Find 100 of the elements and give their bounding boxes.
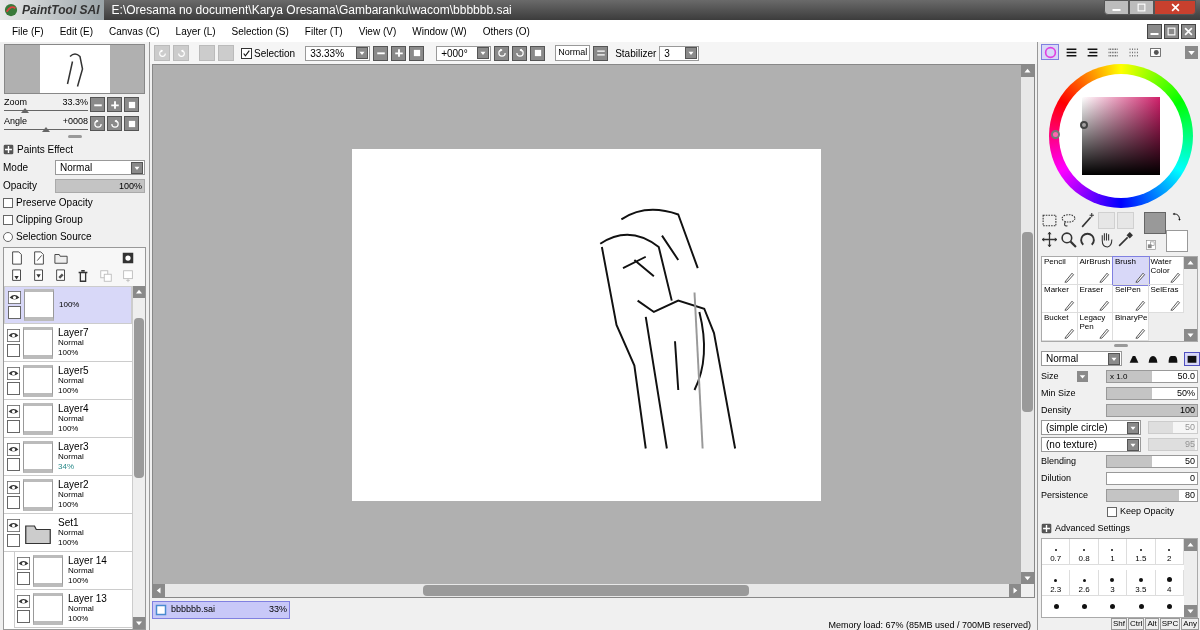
search-icon[interactable] <box>1060 231 1077 248</box>
brush-tool-button[interactable]: Pencil <box>1042 257 1078 285</box>
rotate-right-button[interactable] <box>107 116 122 131</box>
horizontal-scrollbar[interactable] <box>153 584 1021 597</box>
brush-size-preset[interactable]: 0.7 <box>1042 539 1071 565</box>
menu-item[interactable]: View (V) <box>350 23 405 39</box>
layer-row[interactable]: Layer7 Normal 100% <box>4 324 132 362</box>
lock-checkbox[interactable] <box>7 495 20 509</box>
checkbox[interactable] <box>3 197 13 208</box>
tool-scrollbar[interactable] <box>1184 257 1197 341</box>
expand-icon[interactable] <box>1041 522 1052 534</box>
menu-item[interactable]: Filter (T) <box>296 23 351 39</box>
value-slider[interactable]: 80 <box>1106 489 1198 502</box>
expand-icon[interactable] <box>3 144 14 155</box>
rotate-left-button[interactable] <box>494 45 510 61</box>
brush-size-preset[interactable]: 2.6 <box>1070 570 1099 597</box>
slider-thumb[interactable] <box>21 108 29 113</box>
slider-thumb[interactable] <box>42 127 50 132</box>
brush-tool-button[interactable]: Bucket <box>1042 313 1078 341</box>
layer-row[interactable]: Layer5 Normal 100% <box>4 362 132 400</box>
move-icon[interactable] <box>1041 231 1058 248</box>
stabilizer-dropdown[interactable]: 3 <box>659 45 700 61</box>
scrollbar-thumb[interactable] <box>423 585 749 596</box>
rotate-icon[interactable] <box>1079 231 1096 248</box>
folder-icon[interactable] <box>54 251 69 265</box>
scroll-down-icon[interactable] <box>1021 572 1034 584</box>
layer-row[interactable]: Layer2 Normal 100% <box>4 476 132 514</box>
selection-checkbox[interactable]: Selection <box>241 45 296 61</box>
zoom-reset-button[interactable] <box>409 45 425 61</box>
value-slider[interactable]: 50% <box>1106 387 1198 400</box>
scroll-down-icon[interactable] <box>133 617 145 629</box>
close-button[interactable] <box>1154 0 1196 15</box>
lock-checkbox[interactable] <box>17 609 30 623</box>
brush-size-preset[interactable]: 2 <box>1155 539 1184 565</box>
flip-button[interactable] <box>593 45 609 61</box>
value-slider[interactable]: 50 <box>1106 455 1198 468</box>
scroll-up-icon[interactable] <box>1184 257 1197 269</box>
lasso-icon[interactable] <box>1060 212 1077 229</box>
eye-icon[interactable] <box>7 404 20 418</box>
lock-checkbox[interactable] <box>7 381 20 395</box>
value-slider[interactable]: 100 <box>1106 404 1198 417</box>
blend-mode-dropdown[interactable]: Normal <box>55 160 145 175</box>
menu-item[interactable]: Layer (L) <box>167 23 224 39</box>
layer-row[interactable]: Layer 13 Normal 100% <box>14 590 132 628</box>
rotate-left-button[interactable] <box>90 116 105 131</box>
brush-tool-button[interactable]: Legacy Pen <box>1077 313 1113 341</box>
radio-button[interactable] <box>3 231 13 242</box>
menu-item[interactable]: Others (O) <box>474 23 538 39</box>
checkbox[interactable] <box>1107 506 1117 517</box>
document-restore-button[interactable] <box>1164 23 1179 39</box>
checkbox-option[interactable]: Keep Opacity <box>1107 505 1200 519</box>
eye-icon[interactable] <box>17 556 30 570</box>
menu-item[interactable]: Canvas (C) <box>101 23 168 39</box>
document-minimize-button[interactable] <box>1147 23 1162 39</box>
reset-colors-icon[interactable] <box>1146 240 1156 250</box>
lock-checkbox[interactable] <box>7 457 20 471</box>
scroll-right-icon[interactable] <box>1009 584 1021 597</box>
swap-colors-icon[interactable] <box>1172 212 1182 222</box>
brush-tool-button[interactable]: Marker <box>1042 285 1078 313</box>
brush-shape-button[interactable] <box>1184 351 1200 366</box>
menu-item[interactable]: Selection (S) <box>223 23 297 39</box>
brush-size-preset[interactable]: 4 <box>1155 570 1184 597</box>
brush-tool-button[interactable]: Brush <box>1113 257 1149 285</box>
menu-item[interactable]: Window (W) <box>404 23 475 39</box>
color-wheel-tab[interactable] <box>1041 44 1059 60</box>
background-color-swatch[interactable] <box>1166 230 1188 252</box>
brush-size-preset[interactable]: 2.3 <box>1042 570 1071 597</box>
rotate-reset-button[interactable] <box>530 45 546 61</box>
value-slider[interactable]: 0 <box>1106 472 1198 485</box>
document-close-button[interactable] <box>1181 23 1196 39</box>
zoom-reset-button[interactable] <box>124 97 139 112</box>
lock-checkbox[interactable] <box>7 343 20 357</box>
scroll-down-icon[interactable] <box>1184 605 1197 617</box>
brush-size-preset[interactable]: 3.5 <box>1127 570 1156 597</box>
blend-mode-button[interactable]: Normal <box>555 45 591 61</box>
brush-size-preset[interactable]: 0.8 <box>1070 539 1099 565</box>
magic-wand-icon[interactable] <box>1079 212 1096 229</box>
value-slider[interactable]: x 1.0 50.0 <box>1106 370 1198 383</box>
checkbox-option[interactable]: Preserve Opacity <box>3 195 146 210</box>
minimize-button[interactable] <box>1104 0 1129 15</box>
eye-icon[interactable] <box>7 518 20 532</box>
brush-tool-button[interactable]: BinaryPe <box>1113 313 1149 341</box>
eye-icon[interactable] <box>17 594 30 608</box>
lock-checkbox[interactable] <box>17 571 30 585</box>
eye-icon[interactable] <box>7 442 20 456</box>
brush-blend-dropdown[interactable]: Normal <box>1041 351 1123 366</box>
saturation-value-square[interactable] <box>1081 97 1160 175</box>
scrollbar-thumb[interactable] <box>1022 232 1033 412</box>
scroll-up-icon[interactable] <box>1184 539 1197 551</box>
rectangle-select-icon[interactable] <box>1041 212 1058 229</box>
scroll-down-icon[interactable] <box>1184 329 1197 341</box>
eyedropper-icon[interactable] <box>1117 231 1134 248</box>
layer-row[interactable]: 100% <box>4 286 132 324</box>
new-layer-icon[interactable] <box>10 251 24 265</box>
brush-size-preset[interactable]: 1 <box>1098 539 1128 565</box>
zoom-out-button[interactable] <box>90 97 105 112</box>
foreground-color-swatch[interactable] <box>1144 212 1166 234</box>
brush-tool-button[interactable]: SelPen <box>1113 285 1149 313</box>
document-tab[interactable]: bbbbbb.sai 33% <box>152 601 290 619</box>
scroll-left-icon[interactable] <box>153 584 165 597</box>
